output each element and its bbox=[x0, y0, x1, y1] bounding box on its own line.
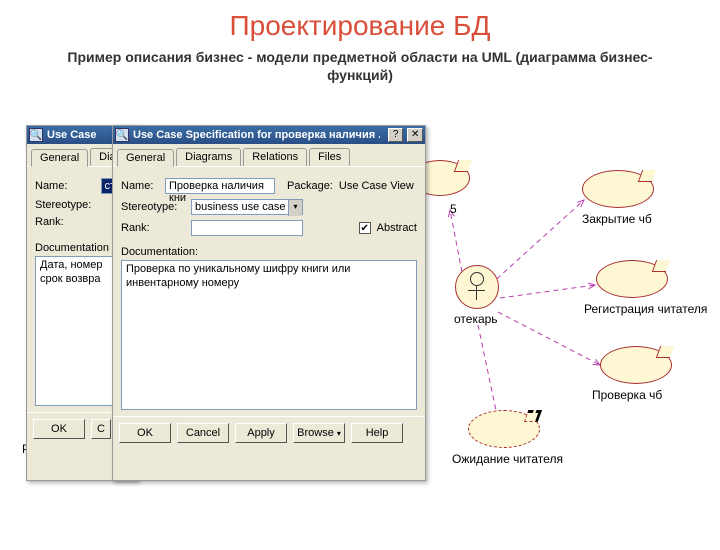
label-stereotype: Stereotype: bbox=[121, 201, 185, 213]
chevron-down-icon-browse: ▾ bbox=[337, 429, 341, 438]
titlebar-back-text: Use Case bbox=[47, 129, 97, 141]
label-name: Name: bbox=[121, 180, 159, 192]
usecase-wait bbox=[468, 410, 540, 448]
close-icon[interactable]: ✕ bbox=[407, 128, 423, 142]
input-rank[interactable] bbox=[191, 220, 303, 236]
label-package: Package: bbox=[287, 180, 333, 192]
tab-files[interactable]: Files bbox=[309, 148, 350, 166]
usecase-check-label: Проверка чб bbox=[592, 388, 662, 402]
tab-diagrams[interactable]: Diagrams bbox=[176, 148, 241, 166]
textarea-documentation[interactable]: Проверка по уникальному шифру книги или … bbox=[121, 260, 417, 410]
help-icon[interactable]: ? bbox=[388, 128, 404, 142]
tabbar-front: General Diagrams Relations Files bbox=[113, 144, 425, 167]
tab-relations[interactable]: Relations bbox=[243, 148, 307, 166]
label-name-back: Name: bbox=[35, 180, 95, 192]
titlebar-front[interactable]: 🔍 Use Case Specification for проверка на… bbox=[113, 126, 425, 144]
titlebar-front-text: Use Case Specification for проверка нали… bbox=[133, 129, 380, 141]
apply-button[interactable]: Apply bbox=[235, 423, 287, 443]
chevron-down-icon[interactable]: ▾ bbox=[288, 200, 302, 216]
actor-label: отекарь bbox=[454, 312, 498, 326]
checkbox-abstract[interactable]: ✔ bbox=[359, 222, 371, 234]
cut-label-number: 5 bbox=[450, 202, 457, 216]
dialog-usecase-spec: 🔍 Use Case Specification for проверка на… bbox=[112, 125, 426, 481]
help-button[interactable]: Help bbox=[351, 423, 403, 443]
ok-button[interactable]: OK bbox=[119, 423, 171, 443]
usecase-check bbox=[600, 346, 672, 384]
label-abstract: Abstract bbox=[377, 222, 417, 234]
ok-button-back[interactable]: OK bbox=[33, 419, 85, 439]
tab-general-back[interactable]: General bbox=[31, 149, 88, 167]
actor-librarian bbox=[455, 265, 499, 309]
usecase-close bbox=[582, 170, 654, 208]
usecase-register bbox=[596, 260, 668, 298]
cancel-button[interactable]: Cancel bbox=[177, 423, 229, 443]
input-name[interactable]: Проверка наличия кни bbox=[165, 178, 275, 194]
usecase-register-label: Регистрация читателя bbox=[584, 302, 707, 316]
label-stereotype-back: Stereotype: bbox=[35, 199, 99, 211]
cancel-button-back[interactable]: C bbox=[91, 419, 111, 439]
combo-stereotype-value: business use case bbox=[195, 201, 286, 213]
search-icon-front: 🔍 bbox=[115, 128, 129, 142]
browse-button[interactable]: Browse▾ bbox=[293, 423, 345, 443]
search-icon: 🔍 bbox=[29, 128, 43, 142]
label-rank: Rank: bbox=[121, 222, 185, 234]
usecase-close-label: Закрытие чб bbox=[582, 212, 652, 226]
usecase-wait-label: Ожидание читателя bbox=[452, 452, 563, 466]
label-rank-back: Rank: bbox=[35, 216, 99, 228]
tab-general[interactable]: General bbox=[117, 149, 174, 167]
label-documentation: Documentation: bbox=[121, 246, 417, 258]
value-package: Use Case View bbox=[339, 180, 414, 192]
combo-stereotype[interactable]: business use case ▾ bbox=[191, 199, 303, 215]
